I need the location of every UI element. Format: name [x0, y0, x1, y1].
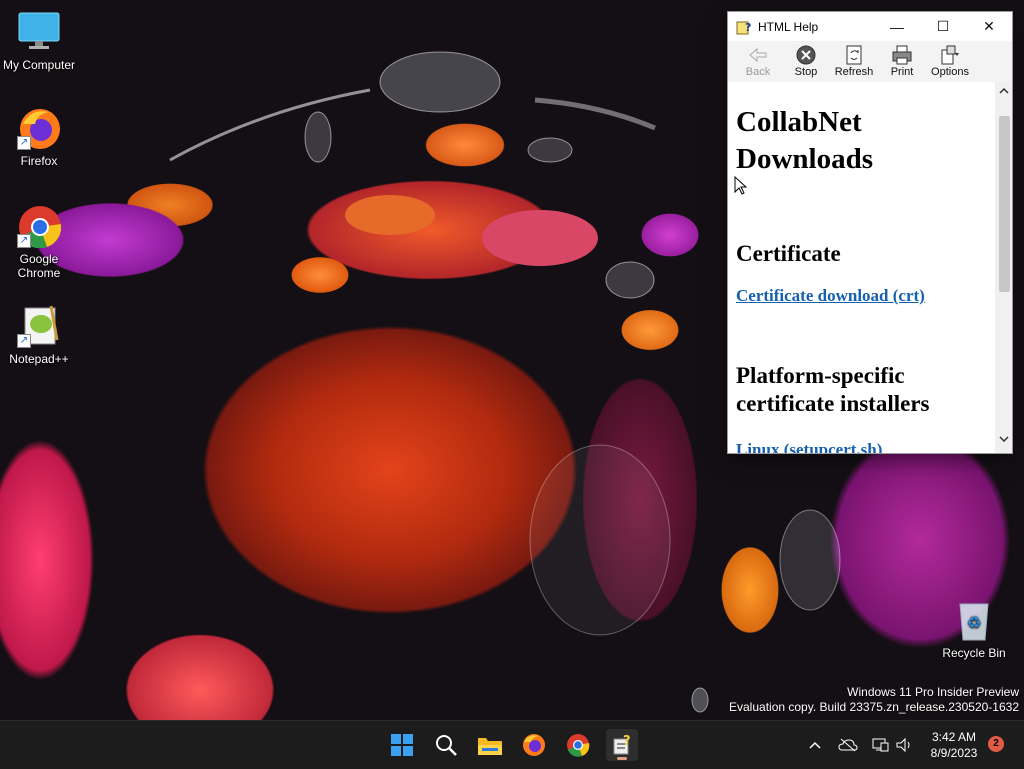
html-help-icon: ? — [613, 734, 631, 755]
windows-watermark: Windows 11 Pro Insider Preview Evaluatio… — [729, 685, 1019, 715]
taskbar-html-help-button[interactable]: ? — [606, 729, 638, 761]
monitor-icon — [17, 10, 61, 54]
vertical-scrollbar[interactable] — [995, 82, 1012, 453]
back-button[interactable]: Back — [734, 44, 782, 78]
cloud-offline-icon — [838, 738, 858, 752]
taskbar-clock[interactable]: 3:42 AM 8/9/2023 — [922, 729, 986, 761]
notification-badge[interactable]: 2 — [988, 736, 1004, 752]
desktop-icon-label: My Computer — [2, 58, 76, 72]
search-icon — [436, 735, 457, 756]
stop-label: Stop — [794, 66, 818, 78]
clock-time: 3:42 AM — [931, 730, 977, 744]
svg-text:♻: ♻ — [967, 613, 981, 632]
taskbar: ? 3:42 AM 8/9/2023 — [0, 720, 1024, 769]
options-label: Options — [931, 66, 969, 78]
refresh-button[interactable]: Refresh — [830, 44, 878, 78]
desktop-icon-label: Firefox — [20, 154, 58, 168]
section-title-installers: Platform-specific certificate installers — [736, 363, 930, 416]
firefox-icon: ↗ — [17, 106, 61, 150]
start-icon — [391, 734, 413, 756]
recycle-bin-icon: ♻ — [952, 598, 996, 642]
desktop-icon-recycle-bin[interactable]: ♻ Recycle Bin — [936, 598, 1012, 660]
taskbar-chrome-button[interactable] — [562, 729, 594, 761]
start-button[interactable] — [386, 729, 418, 761]
scroll-up-icon[interactable] — [995, 82, 1012, 99]
svg-text:?: ? — [745, 21, 751, 34]
desktop-icon-label: Google Chrome — [17, 252, 61, 280]
show-hidden-icons-button[interactable] — [805, 721, 825, 769]
network-button[interactable] — [870, 721, 890, 769]
desktop-icon-my-computer[interactable]: My Computer — [1, 10, 77, 72]
desktop-icon-chrome[interactable]: ↗ Google Chrome — [1, 204, 77, 280]
minimize-button[interactable]: — — [874, 12, 920, 41]
printer-icon — [891, 44, 913, 66]
stop-button[interactable]: Stop — [782, 44, 830, 78]
html-help-window[interactable]: ? HTML Help — ☐ ✕ Back Stop Refresh Prin… — [727, 11, 1013, 454]
notepadpp-icon: ↗ — [17, 304, 61, 348]
active-indicator — [617, 757, 627, 760]
file-explorer-icon — [478, 738, 502, 755]
print-label: Print — [890, 66, 914, 78]
help-content-pane[interactable]: CollabNet Downloads Certificate Certific… — [728, 82, 995, 453]
options-icon — [939, 44, 961, 66]
shortcut-arrow-icon: ↗ — [17, 234, 31, 248]
page-title: CollabNet Downloads — [736, 106, 873, 175]
file-explorer-button[interactable] — [474, 729, 506, 761]
maximize-button[interactable]: ☐ — [920, 12, 966, 41]
certificate-download-link[interactable]: Certificate download (crt) — [736, 286, 987, 306]
speaker-icon — [896, 737, 910, 753]
svg-text:?: ? — [623, 734, 631, 749]
chevron-up-icon — [809, 741, 821, 749]
window-titlebar[interactable]: ? HTML Help — ☐ ✕ — [728, 12, 1012, 41]
chrome-icon: ↗ — [17, 204, 62, 249]
firefox-icon — [523, 734, 545, 756]
back-arrow-icon — [747, 44, 769, 66]
onedrive-status-button[interactable] — [837, 721, 859, 769]
back-label: Back — [745, 66, 771, 78]
shortcut-arrow-icon: ↗ — [17, 334, 31, 348]
clock-date: 8/9/2023 — [930, 746, 978, 760]
watermark-line1: Windows 11 Pro Insider Preview — [847, 685, 1019, 699]
section-title-certificate: Certificate — [736, 241, 841, 266]
help-toolbar: Back Stop Refresh Print Options — [728, 41, 1012, 81]
desktop-icon-label: Recycle Bin — [942, 646, 1006, 660]
html-help-icon: ? — [736, 19, 752, 35]
search-button[interactable] — [430, 729, 462, 761]
desktop-icon-notepadpp[interactable]: ↗ Notepad++ — [1, 304, 77, 366]
taskbar-firefox-button[interactable] — [518, 729, 550, 761]
window-title: HTML Help — [758, 19, 819, 34]
linux-installer-link[interactable]: Linux (setupcert.sh) — [736, 440, 987, 453]
shortcut-arrow-icon: ↗ — [17, 136, 31, 150]
desktop-icon-label: Notepad++ — [9, 352, 69, 366]
mouse-cursor-icon — [734, 176, 748, 195]
volume-button[interactable] — [894, 721, 914, 769]
close-button[interactable]: ✕ — [966, 12, 1012, 41]
network-icon — [872, 738, 889, 752]
options-button[interactable]: Options — [926, 44, 974, 78]
refresh-icon — [843, 44, 865, 66]
scroll-down-icon[interactable] — [995, 430, 1012, 447]
print-button[interactable]: Print — [878, 44, 926, 78]
scrollbar-thumb[interactable] — [999, 116, 1010, 292]
stop-icon — [795, 44, 817, 66]
desktop-icon-firefox[interactable]: ↗ Firefox — [1, 106, 77, 168]
refresh-label: Refresh — [834, 66, 874, 78]
watermark-line2: Evaluation copy. Build 23375.zn_release.… — [729, 700, 1019, 714]
chrome-icon — [567, 734, 590, 757]
